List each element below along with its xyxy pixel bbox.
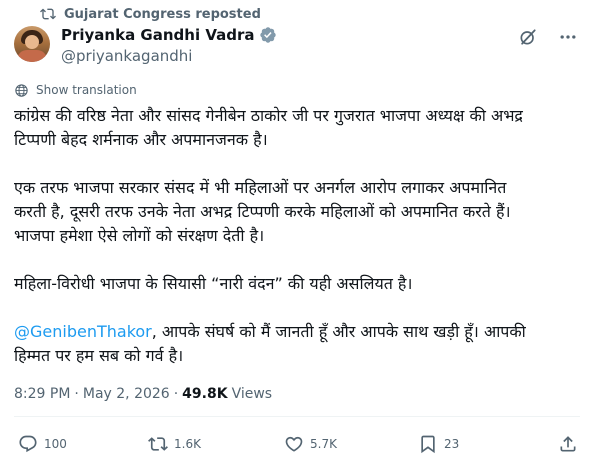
avatar-saree bbox=[17, 50, 47, 62]
tweet-line: कांग्रेस की वरिष्ठ नेता और सांसद गेनीबेन… bbox=[14, 106, 523, 125]
tweet-line: @GenibenThakor, आपके संघर्ष को मैं जानती… bbox=[14, 320, 582, 344]
translate-icon bbox=[14, 82, 30, 98]
tweet-line: करती है, दूसरी तरफ उनके नेता अभद्र टिप्प… bbox=[14, 202, 511, 221]
tweet-line-rest: , आपके संघर्ष को मैं जानती हूँ और आपके स… bbox=[151, 322, 526, 341]
share-icon bbox=[558, 434, 578, 454]
tweet-text: कांग्रेस की वरिष्ठ नेता और सांसद गेनीबेन… bbox=[14, 104, 582, 368]
author-handle[interactable]: @priyankagandhi bbox=[61, 47, 192, 65]
grok-icon[interactable] bbox=[518, 27, 538, 47]
share-button[interactable] bbox=[558, 434, 584, 454]
reply-count: 100 bbox=[44, 437, 67, 451]
divider bbox=[14, 416, 580, 417]
meta-separator: · bbox=[173, 386, 179, 402]
repost-button[interactable]: 1.6K bbox=[148, 434, 201, 454]
meta-separator: · bbox=[74, 386, 79, 402]
tweet-line: महिला-विरोधी भाजपा के सियासी “नारी वंदन”… bbox=[14, 274, 413, 293]
tweet-meta: 8:29 PM · May 2, 2026 · 49.8K Views bbox=[14, 386, 272, 402]
like-count: 5.7K bbox=[310, 437, 337, 451]
bookmark-button[interactable]: 23 bbox=[418, 434, 459, 454]
repost-indicator[interactable]: Gujarat Congress reposted bbox=[40, 5, 261, 23]
action-bar: 100 1.6K 5.7K 23 bbox=[14, 434, 580, 456]
avatar-face bbox=[25, 35, 39, 49]
show-translation-link[interactable]: Show translation bbox=[14, 82, 137, 98]
views-count[interactable]: 49.8K bbox=[182, 386, 227, 402]
like-button[interactable]: 5.7K bbox=[284, 434, 337, 454]
tweet-time[interactable]: 8:29 PM bbox=[14, 386, 70, 402]
views-label: Views bbox=[231, 386, 273, 402]
repost-count: 1.6K bbox=[174, 437, 201, 451]
author-name-row: Priyanka Gandhi Vadra bbox=[61, 26, 277, 44]
more-icon[interactable] bbox=[558, 27, 578, 47]
reply-icon bbox=[18, 434, 38, 454]
repost-icon bbox=[148, 434, 168, 454]
reply-button[interactable]: 100 bbox=[18, 434, 67, 454]
author-display-name[interactable]: Priyanka Gandhi Vadra bbox=[61, 26, 255, 44]
show-translation-label: Show translation bbox=[36, 83, 137, 97]
repost-label: Gujarat Congress reposted bbox=[64, 6, 261, 22]
avatar[interactable] bbox=[14, 26, 50, 62]
top-actions bbox=[518, 27, 578, 47]
bookmark-icon bbox=[418, 434, 438, 454]
like-icon bbox=[284, 434, 304, 454]
bookmark-count: 23 bbox=[444, 437, 460, 451]
tweet-date[interactable]: May 2, 2026 bbox=[83, 386, 170, 402]
verified-badge-icon[interactable] bbox=[259, 26, 277, 44]
repost-icon bbox=[40, 6, 56, 22]
tweet-line: एक तरफ भाजपा सरकार संसद में भी महिलाओं प… bbox=[14, 178, 507, 197]
tweet-line: टिप्पणी बेहद शर्मनाक और अपमानजनक है। bbox=[14, 130, 268, 149]
tweet-line: भाजपा हमेशा ऐसे लोगों को संरक्षण देती है… bbox=[14, 226, 265, 245]
mention-link[interactable]: @GenibenThakor bbox=[14, 322, 152, 341]
tweet-line: हिम्मत पर हम सब को गर्व है। bbox=[14, 346, 184, 365]
